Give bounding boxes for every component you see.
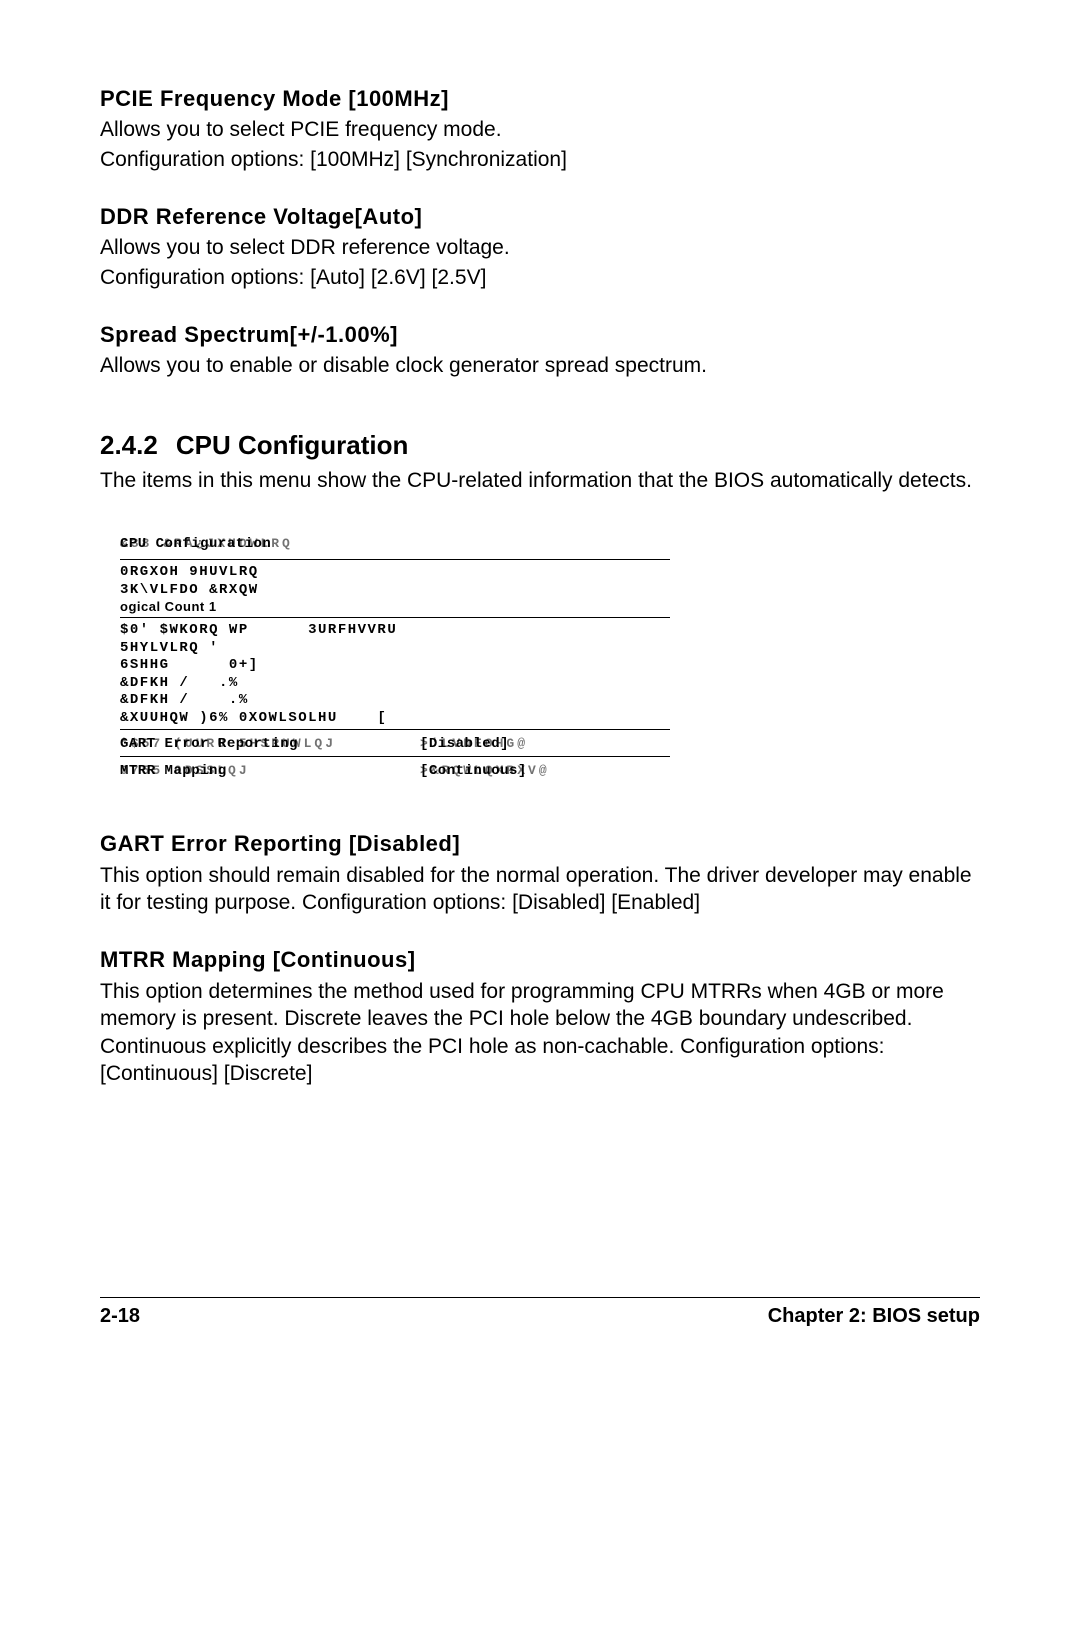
bios-option-label: GART Error Reporting [120,736,420,754]
bios-line: &DFKH / .% [120,675,670,693]
bios-line: &DFKH / .% [120,692,670,710]
body-text: Configuration options: [Auto] [2.6V] [2.… [100,265,980,291]
page-number: 2-18 [100,1304,140,1329]
bios-line: 5HYLVLRQ ' [120,640,670,658]
body-text: Allows you to select DDR reference volta… [100,235,980,261]
bios-line: &XUUHQW )6% 0XOWLSOLHU [ [120,710,670,728]
body-text: Allows you to select PCIE frequency mode… [100,117,980,143]
bios-option-label: MTRR Mapping [120,763,420,781]
chapter-label: Chapter 2: BIOS setup [768,1304,980,1329]
bios-line: 3K\VLFDO &RXQW [120,582,670,600]
divider [120,729,670,730]
divider [120,756,670,757]
body-text: This option determines the method used f… [100,978,980,1087]
subsection-title: 2.4.2 CPU Configuration [100,429,980,462]
heading-pcie-freq: PCIE Frequency Mode [100MHz] [100,85,980,113]
heading-mtrr: MTRR Mapping [Continuous] [100,946,980,974]
divider [120,559,670,560]
footer-divider [100,1297,980,1298]
bios-title: CPU Configuration [120,536,670,558]
body-text: Allows you to enable or disable clock ge… [100,353,980,379]
body-text: This option should remain disabled for t… [100,862,980,917]
bios-option-value: [Disabled] [420,736,509,754]
page-footer: 2-18 Chapter 2: BIOS setup [100,1304,980,1329]
heading-spread-spectrum: Spread Spectrum[+/-1.00%] [100,321,980,349]
bios-screenshot: CPU Configuration 0RGXOH 9HUVLRQ 3K\VLFD… [120,536,670,781]
divider [120,617,670,618]
bios-line: 6SHHG 0+] [120,657,670,675]
subsection-intro: The items in this menu show the CPU-rela… [100,467,980,495]
bios-line: ogical Count 1 [120,599,670,615]
bios-option-row: GART Error Reporting [Disabled] [120,736,670,754]
bios-line: 0RGXOH 9HUVLRQ [120,564,670,582]
heading-ddr-ref: DDR Reference Voltage[Auto] [100,203,980,231]
bios-option-value: [Continuous] [420,763,527,781]
manual-page: PCIE Frequency Mode [100MHz] Allows you … [0,0,1080,1627]
heading-gart: GART Error Reporting [Disabled] [100,830,980,858]
bios-line: $0' $WKORQ WP 3URFHVVRU [120,622,670,640]
subsection-name: CPU Configuration [176,430,409,460]
body-text: Configuration options: [100MHz] [Synchro… [100,147,980,173]
subsection-number: 2.4.2 [100,429,158,462]
bios-title-text: CPU Configuration [120,536,271,554]
bios-option-row: MTRR Mapping [Continuous] [120,763,670,781]
